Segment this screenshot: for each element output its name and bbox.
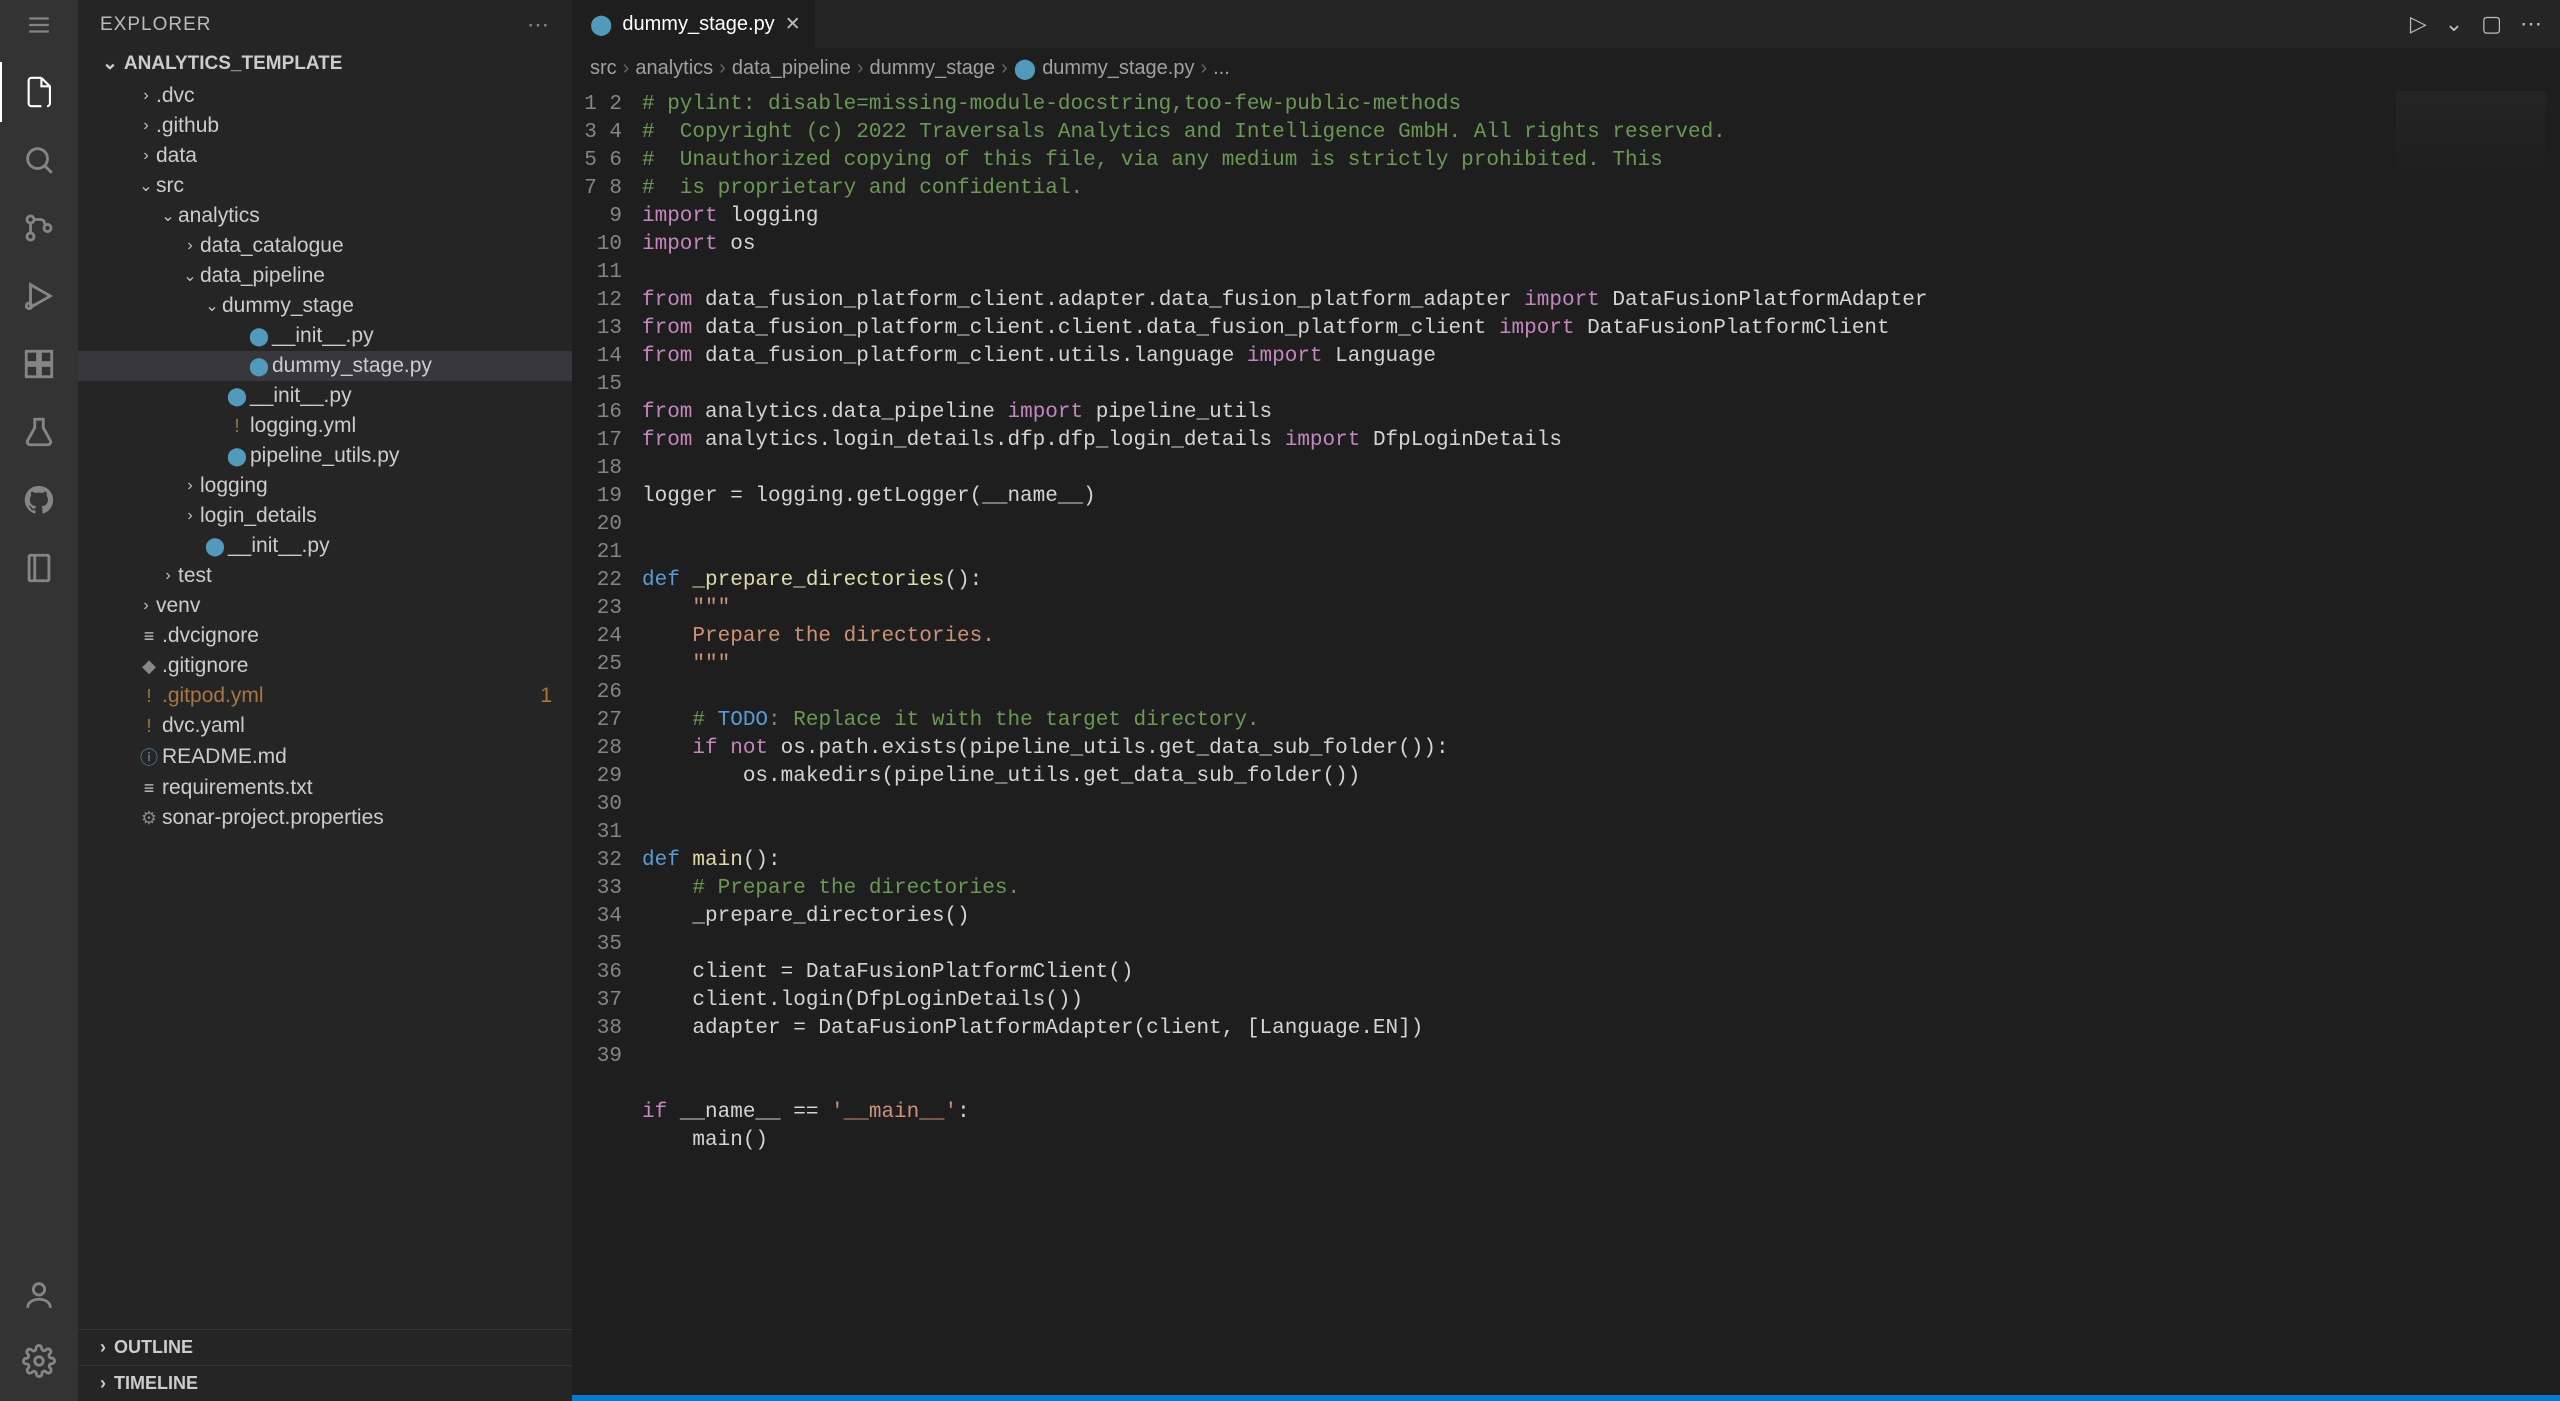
folder-analytics[interactable]: ⌄analytics: [78, 201, 572, 231]
line-gutter: 1 2 3 4 5 6 7 8 9 10 11 12 13 14 15 16 1…: [572, 87, 642, 1395]
file-sonar[interactable]: ⚙sonar-project.properties: [78, 803, 572, 833]
folder-data-pipeline[interactable]: ⌄data_pipeline: [78, 261, 572, 291]
folder-test[interactable]: ›test: [78, 561, 572, 591]
folder-dummy-stage[interactable]: ⌄dummy_stage: [78, 291, 572, 321]
file-tree: ›.dvc ›.github ›data ⌄src ⌄analytics ›da…: [78, 81, 572, 1329]
folder-data-catalogue[interactable]: ›data_catalogue: [78, 231, 572, 261]
file-gitpod-yml[interactable]: !.gitpod.yml1: [78, 681, 572, 711]
sidebar: EXPLORER ⋯ ⌄ ANALYTICS_TEMPLATE ›.dvc ›.…: [78, 0, 572, 1401]
tab-dummy-stage[interactable]: ⬤ dummy_stage.py ✕: [572, 0, 815, 48]
file-gitignore[interactable]: ◆.gitignore: [78, 651, 572, 681]
folder-logging[interactable]: ›logging: [78, 471, 572, 501]
breadcrumb-seg: dummy_stage: [870, 57, 996, 80]
run-debug-icon[interactable]: [0, 266, 78, 326]
breadcrumb[interactable]: src› analytics› data_pipeline› dummy_sta…: [572, 48, 2560, 87]
folder-src[interactable]: ⌄src: [78, 171, 572, 201]
git-icon: ◆: [136, 656, 162, 677]
folder-data[interactable]: ›data: [78, 141, 572, 171]
run-icon[interactable]: ▷: [2410, 11, 2427, 37]
file-dummy-stage-py[interactable]: ⬤dummy_stage.py: [78, 351, 572, 381]
file-logging-yml[interactable]: !logging.yml: [78, 411, 572, 441]
chevron-right-icon: ›: [100, 1337, 106, 1358]
sidebar-header: EXPLORER ⋯: [78, 0, 572, 46]
python-icon: ⬤: [246, 326, 272, 347]
sidebar-title: EXPLORER: [100, 14, 211, 36]
file-init2[interactable]: ⬤__init__.py: [78, 381, 572, 411]
outline-section[interactable]: ›OUTLINE: [78, 1329, 572, 1365]
notebook-icon[interactable]: [0, 538, 78, 598]
chevron-down-icon: ⌄: [102, 52, 118, 75]
info-icon: ⓘ: [136, 744, 162, 770]
editor-actions: ▷ ⌄ ▢ ⋯: [2410, 11, 2560, 37]
editor-area: ⬤ dummy_stage.py ✕ ▷ ⌄ ▢ ⋯ src› analytic…: [572, 0, 2560, 1401]
file-dvc-yaml[interactable]: !dvc.yaml: [78, 711, 572, 741]
python-icon: ⬤: [202, 536, 228, 557]
file-init3[interactable]: ⬤__init__.py: [78, 531, 572, 561]
folder-github[interactable]: ›.github: [78, 111, 572, 141]
breadcrumb-seg: data_pipeline: [732, 57, 851, 80]
file-init1[interactable]: ⬤__init__.py: [78, 321, 572, 351]
tab-bar: ⬤ dummy_stage.py ✕ ▷ ⌄ ▢ ⋯: [572, 0, 2560, 48]
activity-bar: [0, 0, 78, 1401]
file-icon: ≡: [136, 626, 162, 647]
search-icon[interactable]: [0, 130, 78, 190]
minimap[interactable]: [2396, 91, 2546, 191]
python-icon: ⬤: [246, 356, 272, 377]
account-icon[interactable]: [0, 1265, 78, 1325]
breadcrumb-seg: dummy_stage.py: [1042, 57, 1194, 80]
file-readme[interactable]: ⓘREADME.md: [78, 741, 572, 773]
close-icon[interactable]: ✕: [785, 13, 801, 36]
project-root-label: ANALYTICS_TEMPLATE: [124, 53, 343, 75]
settings-gear-icon[interactable]: [0, 1331, 78, 1391]
python-icon: ⬤: [1014, 56, 1036, 81]
extensions-icon[interactable]: [0, 334, 78, 394]
file-pipeline-utils[interactable]: ⬤pipeline_utils.py: [78, 441, 572, 471]
timeline-section[interactable]: ›TIMELINE: [78, 1365, 572, 1401]
code-editor[interactable]: 1 2 3 4 5 6 7 8 9 10 11 12 13 14 15 16 1…: [572, 87, 2560, 1395]
file-requirements[interactable]: ≡requirements.txt: [78, 773, 572, 803]
yaml-icon: !: [136, 686, 162, 707]
breadcrumb-seg: analytics: [635, 57, 713, 80]
testing-icon[interactable]: [0, 402, 78, 462]
folder-dvc[interactable]: ›.dvc: [78, 81, 572, 111]
more-icon[interactable]: ⋯: [527, 12, 550, 38]
python-icon: ⬤: [590, 12, 612, 37]
breadcrumb-seg: src: [590, 57, 617, 80]
folder-login-details[interactable]: ›login_details: [78, 501, 572, 531]
yaml-icon: !: [136, 716, 162, 737]
run-chevron-icon[interactable]: ⌄: [2445, 11, 2463, 37]
python-icon: ⬤: [224, 446, 250, 467]
chevron-right-icon: ›: [100, 1373, 106, 1394]
menu-icon[interactable]: [0, 0, 78, 50]
yaml-icon: !: [224, 416, 250, 437]
explorer-icon[interactable]: [0, 62, 78, 122]
code-content[interactable]: # pylint: disable=missing-module-docstri…: [642, 87, 2560, 1395]
modified-badge: 1: [540, 684, 552, 708]
file-icon: ≡: [136, 778, 162, 799]
folder-venv[interactable]: ›venv: [78, 591, 572, 621]
app-root: EXPLORER ⋯ ⌄ ANALYTICS_TEMPLATE ›.dvc ›.…: [0, 0, 2560, 1401]
gear-icon: ⚙: [136, 808, 162, 829]
project-root[interactable]: ⌄ ANALYTICS_TEMPLATE: [78, 46, 572, 81]
breadcrumb-seg: ...: [1213, 57, 1230, 80]
python-icon: ⬤: [224, 386, 250, 407]
github-icon[interactable]: [0, 470, 78, 530]
split-editor-icon[interactable]: ▢: [2481, 11, 2502, 37]
status-bar[interactable]: [572, 1395, 2560, 1401]
source-control-icon[interactable]: [0, 198, 78, 258]
more-actions-icon[interactable]: ⋯: [2520, 11, 2542, 37]
file-dvcignore[interactable]: ≡.dvcignore: [78, 621, 572, 651]
tab-label: dummy_stage.py: [622, 13, 774, 36]
